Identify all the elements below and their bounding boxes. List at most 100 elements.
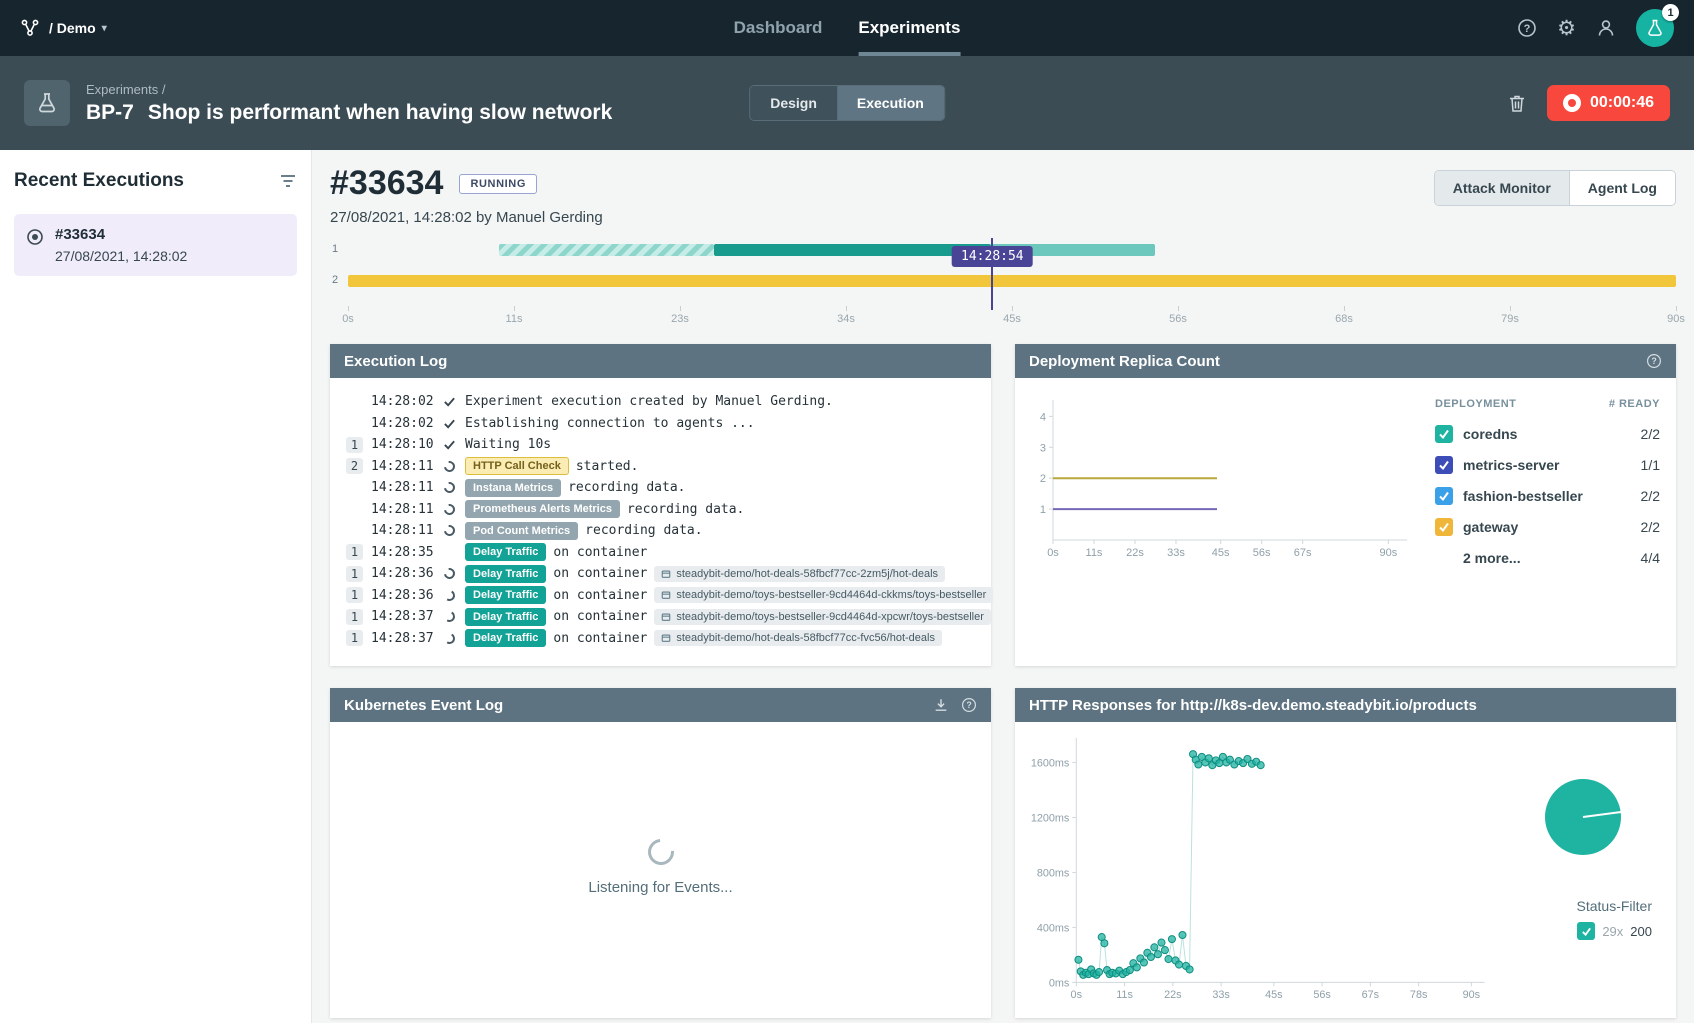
log-state-icon xyxy=(441,631,457,645)
execution-item-id: #33634 xyxy=(55,226,106,243)
deployment-checkbox[interactable] xyxy=(1435,517,1453,536)
experiment-header: Experiments / BP-7 Shop is performant wh… xyxy=(0,56,1694,150)
tenant-switcher[interactable]: / Demo ▾ xyxy=(49,20,107,36)
timeline-axis: 0s 11s 23s 34s 45s 56s 68s 79s 90s xyxy=(342,306,1685,328)
tab-attack-monitor[interactable]: Attack Monitor xyxy=(1434,171,1569,205)
log-entry: 1 14:28:35 Delay Traffic on container xyxy=(346,542,975,564)
settings-button[interactable]: ⚙ xyxy=(1557,18,1576,39)
log-text: Experiment execution created by Manuel G… xyxy=(465,394,833,410)
execution-list-item[interactable]: #33634 27/08/2021, 14:28:02 xyxy=(14,214,297,276)
status-code: 200 xyxy=(1630,923,1652,939)
timeline-tickmark xyxy=(680,306,681,311)
log-text: recording data. xyxy=(626,501,745,517)
timeline-track[interactable] xyxy=(348,275,1676,287)
timeline-tickmark xyxy=(514,306,515,311)
deployment-checkbox[interactable] xyxy=(1435,486,1453,505)
flask-icon xyxy=(1645,18,1665,38)
container-chip[interactable]: steadybit-demo/hot-deals-58fbcf77cc-fvc5… xyxy=(654,630,942,647)
nav-tab-experiments[interactable]: Experiments xyxy=(858,0,961,56)
log-entry: 1 14:28:10 Waiting 10s xyxy=(346,434,975,456)
http-responses-body: 0ms 400ms 800ms 1200ms 1600ms 0s 11s 22s 33s 45s 5… xyxy=(1015,722,1676,1014)
log-step-number xyxy=(346,523,363,539)
svg-text:?: ? xyxy=(966,700,971,710)
container-chip[interactable]: steadybit-demo/hot-deals-58fbcf77cc-2zm5… xyxy=(654,565,946,582)
log-state-icon xyxy=(441,458,457,474)
loading-spinner-icon xyxy=(642,833,679,870)
timeline-tick-label: 0s xyxy=(342,313,354,325)
log-text: recording data. xyxy=(585,523,703,539)
timeline-segment[interactable] xyxy=(713,244,992,256)
status-filter-label: Status-Filter xyxy=(1576,898,1652,914)
experiment-header-left: Experiments / BP-7 Shop is performant wh… xyxy=(24,80,612,126)
filter-button[interactable] xyxy=(279,172,297,190)
k8s-empty-text: Listening for Events... xyxy=(588,878,733,896)
breadcrumb[interactable]: Experiments / xyxy=(86,82,612,97)
avatar[interactable]: 1 xyxy=(1636,4,1679,47)
primary-nav: Dashboard Experiments xyxy=(734,0,961,56)
timeline-tick-label: 45s xyxy=(1003,313,1021,325)
status-200-checkbox[interactable] xyxy=(1577,922,1596,940)
tab-agent-log[interactable]: Agent Log xyxy=(1568,171,1675,205)
deployment-name: gateway xyxy=(1463,518,1519,535)
download-button[interactable] xyxy=(933,697,949,713)
stop-timer-button[interactable]: 00:00:46 xyxy=(1546,85,1670,121)
log-timestamp: 14:28:11 xyxy=(371,523,434,539)
ready-col-header: # READY xyxy=(1608,398,1660,410)
timeline-tickmark xyxy=(1178,306,1179,311)
log-state-icon xyxy=(441,523,457,539)
nav-tab-dashboard[interactable]: Dashboard xyxy=(734,0,823,56)
replica-help-button[interactable]: ? xyxy=(1646,353,1662,369)
execution-log-header: Execution Log xyxy=(330,344,991,378)
help-button[interactable]: ? xyxy=(1517,18,1537,38)
panel-http-responses: HTTP Responses for http://k8s-dev.demo.s… xyxy=(1015,688,1676,1018)
container-chip[interactable]: steadybit-demo/toys-bestseller-9cd4464d-… xyxy=(654,587,994,604)
log-entry: 14:28:02 Experiment execution created by … xyxy=(346,391,975,413)
left-column: Execution Log 14:28:02 Experiment executi… xyxy=(330,344,994,1018)
log-state-icon xyxy=(441,610,457,624)
k8s-event-log-body: Listening for Events... xyxy=(330,722,991,1012)
log-timestamp: 14:28:11 xyxy=(371,480,434,496)
timeline-lane: 2 xyxy=(332,274,1676,287)
timeline-cursor-tooltip: 14:28:54 xyxy=(952,246,1033,267)
deployment-more-link[interactable]: 2 more... xyxy=(1463,550,1631,566)
log-timestamp: 14:28:02 xyxy=(371,394,434,410)
replica-count-chart: 1 2 3 4 0s 11s 22s 33s 45s 56s 67s 90s xyxy=(1040,400,1407,559)
svg-text:56s: 56s xyxy=(1253,547,1271,559)
log-text: on container xyxy=(553,544,648,560)
attack-badge: Delay Traffic xyxy=(465,586,547,605)
log-state-icon xyxy=(441,566,457,582)
deployment-checkbox[interactable] xyxy=(1435,424,1453,443)
svg-text:67s: 67s xyxy=(1362,989,1380,1001)
attack-badge: Pod Count Metrics xyxy=(465,521,579,540)
attack-badge: Delay Traffic xyxy=(465,564,547,583)
timeline-row-number: 1 xyxy=(332,243,339,255)
log-text: started. xyxy=(575,458,639,474)
k8s-help-button[interactable]: ? xyxy=(961,697,977,713)
deployment-ready: 2/2 xyxy=(1640,425,1660,442)
log-entry: 2 14:28:11 HTTP Call Check started. xyxy=(346,456,975,478)
status-badge: RUNNING xyxy=(459,173,538,194)
log-text: on container xyxy=(553,566,648,582)
user-button[interactable] xyxy=(1596,18,1616,38)
deployment-checkbox[interactable] xyxy=(1435,455,1453,474)
http-responses-title: HTTP Responses for http://k8s-dev.demo.s… xyxy=(1029,696,1477,714)
timeline-segment[interactable] xyxy=(498,244,714,256)
svg-text:400ms: 400ms xyxy=(1037,922,1070,934)
http-responses-header: HTTP Responses for http://k8s-dev.demo.s… xyxy=(1015,688,1676,722)
timeline-segment[interactable] xyxy=(348,275,1676,287)
execution-detail: #33634 RUNNING 27/08/2021, 14:28:02 by M… xyxy=(312,150,1694,1023)
attack-badge: Delay Traffic xyxy=(465,543,547,562)
log-step-number xyxy=(346,394,363,410)
container-chip[interactable]: steadybit-demo/toys-bestseller-9cd4464d-… xyxy=(654,608,991,625)
timeline-tick-label: 68s xyxy=(1335,313,1353,325)
tab-execution[interactable]: Execution xyxy=(836,86,944,120)
svg-text:800ms: 800ms xyxy=(1037,867,1070,879)
gear-icon: ⚙ xyxy=(1557,16,1576,40)
log-step-number: 1 xyxy=(346,544,363,561)
log-step-number: 2 xyxy=(346,458,363,475)
log-step-number: 1 xyxy=(346,436,363,453)
timeline-cursor[interactable]: 14:28:54 xyxy=(952,238,1033,310)
brand-logo-icon xyxy=(20,18,40,38)
delete-button[interactable] xyxy=(1507,93,1527,113)
tab-design[interactable]: Design xyxy=(750,86,837,120)
